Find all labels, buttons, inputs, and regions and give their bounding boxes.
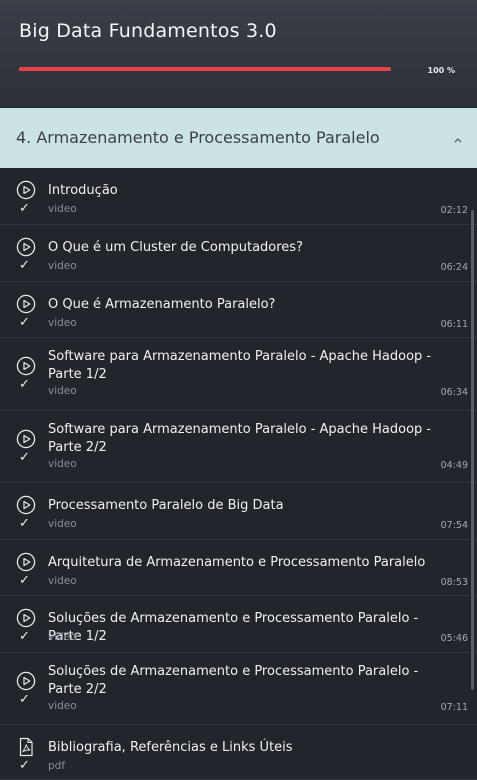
lesson-duration: 06:24 bbox=[440, 262, 468, 273]
chevron-up-icon[interactable] bbox=[453, 135, 463, 145]
lesson-type: pdf bbox=[48, 760, 66, 772]
lesson-duration: 04:49 bbox=[440, 460, 468, 471]
lesson-duration: 05:46 bbox=[440, 633, 468, 644]
lesson-item[interactable]: ✓ Software para Armazenamento Paralelo - … bbox=[0, 338, 477, 411]
lesson-item[interactable]: ✓ O Que é um Cluster de Computadores? vide… bbox=[0, 225, 477, 282]
lesson-title[interactable]: Arquitetura de Armazenamento e Processam… bbox=[48, 554, 447, 572]
checkmark-icon: ✓ bbox=[19, 516, 30, 531]
lesson-type: video bbox=[48, 203, 77, 215]
lesson-duration: 06:34 bbox=[440, 387, 468, 398]
lesson-type: video bbox=[48, 458, 77, 470]
checkmark-icon: ✓ bbox=[19, 201, 30, 216]
lesson-item[interactable]: ✓ Arquitetura de Armazenamento e Processa… bbox=[0, 540, 477, 596]
checkmark-icon: ✓ bbox=[19, 758, 30, 773]
play-circle-icon[interactable] bbox=[16, 552, 36, 572]
play-circle-icon[interactable] bbox=[16, 180, 36, 200]
pdf-file-icon[interactable] bbox=[16, 737, 36, 757]
lesson-type: video bbox=[48, 631, 77, 643]
lesson-item[interactable]: ✓ Soluções de Armazenamento e Processamen… bbox=[0, 653, 477, 725]
lesson-title[interactable]: O Que é um Cluster de Computadores? bbox=[48, 239, 447, 257]
lesson-title[interactable]: O Que é Armazenamento Paralelo? bbox=[48, 296, 447, 314]
lesson-type: video bbox=[48, 317, 77, 329]
lesson-item[interactable]: ✓ O Que é Armazenamento Paralelo? video 06:… bbox=[0, 282, 477, 338]
checkmark-icon: ✓ bbox=[19, 377, 30, 392]
checkmark-icon: ✓ bbox=[19, 692, 30, 707]
play-circle-icon[interactable] bbox=[16, 608, 36, 628]
checkmark-icon: ✓ bbox=[19, 315, 30, 330]
play-circle-icon[interactable] bbox=[16, 671, 36, 691]
play-circle-icon[interactable] bbox=[16, 237, 36, 257]
checkmark-icon: ✓ bbox=[19, 450, 30, 465]
lesson-title[interactable]: Software para Armazenamento Paralelo - A… bbox=[48, 348, 447, 384]
checkmark-icon: ✓ bbox=[19, 629, 30, 644]
course-progress-fill bbox=[19, 67, 391, 71]
course-title: Big Data Fundamentos 3.0 bbox=[19, 20, 277, 42]
lesson-title[interactable]: Introdução bbox=[48, 182, 447, 200]
checkmark-icon: ✓ bbox=[19, 258, 30, 273]
lesson-list: ✓ Introdução video 02:12 ✓ O Que é um Cluster… bbox=[0, 168, 477, 780]
lesson-type: video bbox=[48, 700, 77, 712]
lesson-duration: 02:12 bbox=[440, 205, 468, 216]
lesson-item[interactable]: ✓ Software para Armazenamento Paralelo - … bbox=[0, 411, 477, 483]
lesson-type: video bbox=[48, 385, 77, 397]
lesson-title[interactable]: Soluções de Armazenamento e Processament… bbox=[48, 663, 447, 699]
play-circle-icon[interactable] bbox=[16, 294, 36, 314]
section-title: 4. Armazenamento e Processamento Paralel… bbox=[16, 128, 380, 147]
lesson-type: video bbox=[48, 575, 77, 587]
lesson-duration: 07:11 bbox=[440, 702, 468, 713]
lesson-item[interactable]: ✓ Introdução video 02:12 bbox=[0, 168, 477, 225]
lesson-title[interactable]: Software para Armazenamento Paralelo - A… bbox=[48, 421, 447, 457]
play-circle-icon[interactable] bbox=[16, 429, 36, 449]
scrollbar[interactable] bbox=[471, 210, 474, 690]
lesson-title[interactable]: Processamento Paralelo de Big Data bbox=[48, 497, 447, 515]
checkmark-icon: ✓ bbox=[19, 573, 30, 588]
lesson-item[interactable]: ✓ Soluções de Armazenamento e Processamen… bbox=[0, 596, 477, 653]
lesson-duration: 07:54 bbox=[440, 520, 468, 531]
course-progress-label: 100 % bbox=[427, 66, 456, 75]
section-header[interactable]: 4. Armazenamento e Processamento Paralel… bbox=[0, 108, 477, 168]
course-header: Big Data Fundamentos 3.0 100 % bbox=[0, 0, 477, 107]
lesson-title[interactable]: Soluções de Armazenamento e Processament… bbox=[48, 610, 447, 646]
lesson-item[interactable]: ✓ Processamento Paralelo de Big Data video… bbox=[0, 483, 477, 540]
lesson-type: video bbox=[48, 518, 77, 530]
course-progress-bar bbox=[19, 67, 391, 71]
play-circle-icon[interactable] bbox=[16, 495, 36, 515]
lesson-duration: 08:53 bbox=[440, 577, 468, 588]
lesson-title[interactable]: Bibliografia, Referências e Links Úteis bbox=[48, 739, 447, 757]
lesson-type: video bbox=[48, 260, 77, 272]
lesson-item[interactable]: ✓ Bibliografia, Referências e Links Úteis… bbox=[0, 725, 477, 780]
lesson-duration: 06:11 bbox=[440, 319, 468, 330]
play-circle-icon[interactable] bbox=[16, 356, 36, 376]
